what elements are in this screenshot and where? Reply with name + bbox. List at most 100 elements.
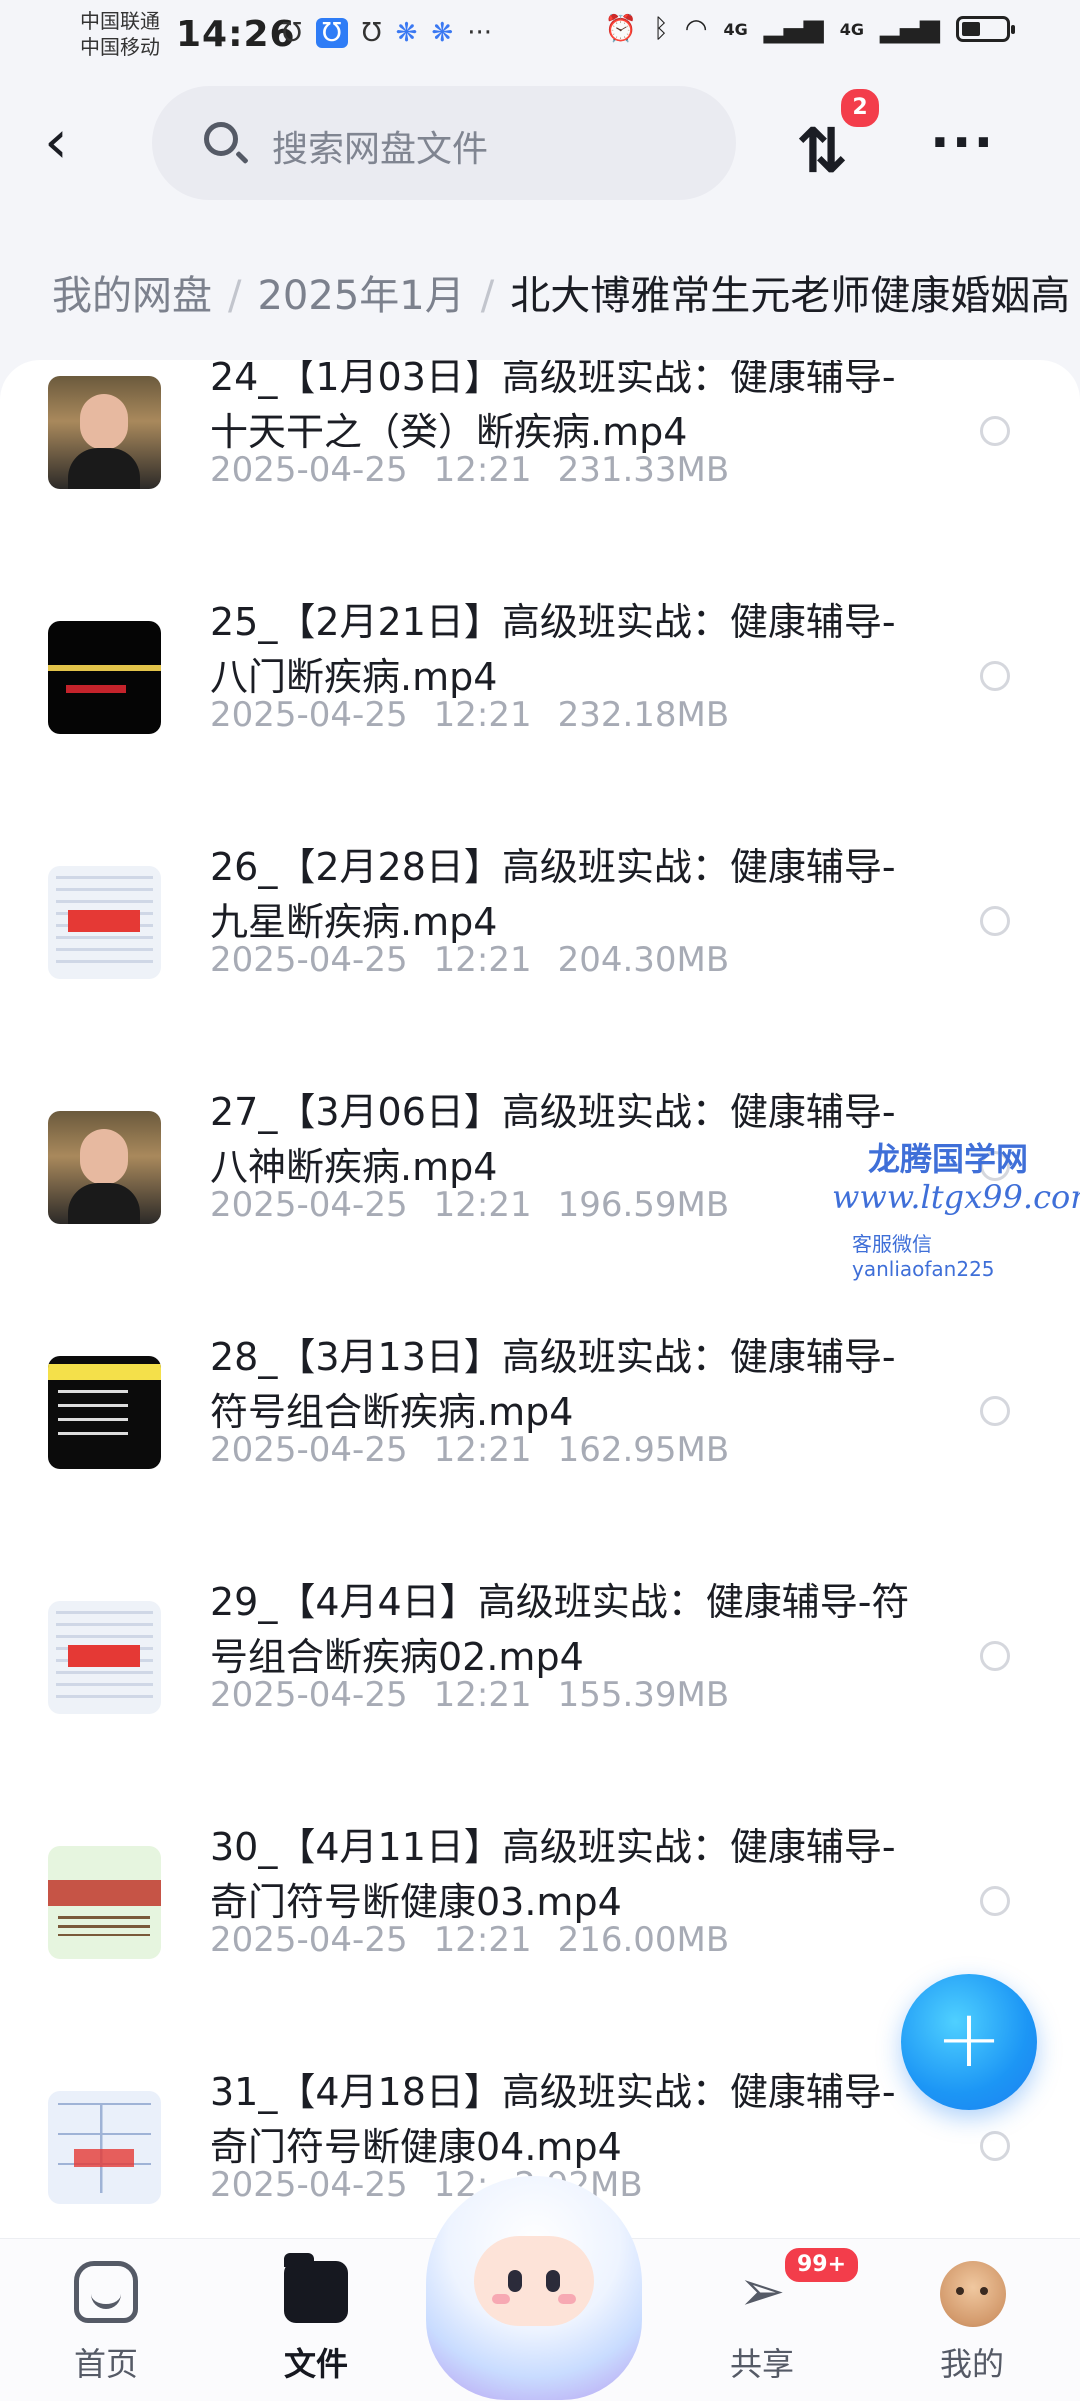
file-meta: 2025-04-25 12:21 232.18MB [210,695,729,735]
video-thumbnail [48,1846,161,1959]
file-size: 232.18MB [557,695,730,735]
file-meta: 2025-04-25 12:21 196.59MB [210,1185,729,1225]
carrier-top: 中国联通 [80,9,160,33]
file-size: 231.33MB [557,450,730,490]
notification-icons: Ʊ Ʊ Ʊ ❋ ❋ ··· [282,18,492,48]
file-time: 12:21 [433,940,532,980]
file-time: 12:21 [433,1185,532,1225]
nav-mine-label: 我的 [939,2345,1004,2383]
breadcrumb-folder[interactable]: 2025年1月 [257,273,464,319]
video-thumbnail [48,1601,161,1714]
system-icons: ⏰ ᛒ ◠ 4G ▂▄▆ 4G ▂▄▆ [604,14,1015,44]
nav-share-label: 共享 [729,2345,794,2383]
more-menu-icon[interactable]: ··· [930,117,1000,178]
file-date: 2025-04-25 [210,450,408,490]
select-checkbox[interactable] [980,416,1010,446]
transfer-badge: 2 [838,86,882,130]
watermark-url: www.ltgx99.com [832,1178,1080,1216]
nav-share[interactable]: ➢ 99+ 共享 [682,2239,862,2401]
video-thumbnail [48,1356,161,1469]
assistant-mascot-icon[interactable] [426,2176,642,2400]
file-time: 12:21 [433,1430,532,1470]
file-title: 24_【1月03日】高级班实战：健康辅导-十天干之（癸）断疾病.mp4 [210,360,896,454]
add-button[interactable]: + [901,1974,1037,2110]
file-size: 216.00MB [557,1920,730,1960]
file-meta: 2025-04-25 12:21 162.95MB [210,1430,729,1470]
file-row[interactable]: 29_【4月4日】高级班实战：健康辅导-符号组合断疾病02.mp4 2025-0… [0,1475,1080,1720]
breadcrumb-separator: / [480,273,495,319]
top-bar: ‹ 搜索网盘文件 ⇅ 2 ··· [0,72,1080,220]
back-arrow-icon[interactable]: ‹ [44,112,88,172]
search-icon [204,122,238,156]
file-time: 12:21 [433,450,532,490]
file-row[interactable]: 26_【2月28日】高级班实战：健康辅导-九星断疾病.mp4 2025-04-2… [0,740,1080,985]
breadcrumb: 我的网盘 / 2025年1月 / 北大博雅常生元老师健康婚姻高 [52,266,1070,326]
network-type-2: 4G [839,19,864,39]
battery-icon [956,16,1015,42]
file-time: 12:21 [433,1675,532,1715]
search-bar[interactable]: 搜索网盘文件 [152,86,736,200]
file-title: 29_【4月4日】高级班实战：健康辅导-符号组合断疾病02.mp4 [210,1580,910,1679]
file-title: 30_【4月11日】高级班实战：健康辅导-奇门符号断健康03.mp4 [210,1825,896,1924]
carrier-bottom: 中国移动 [80,35,160,59]
file-row[interactable]: 25_【2月21日】高级班实战：健康辅导-八门断疾病.mp4 2025-04-2… [0,495,1080,740]
file-title: 27_【3月06日】高级班实战：健康辅导-八神断疾病.mp4 [210,1090,896,1189]
network-type-1: 4G [723,19,748,39]
file-size: 204.30MB [557,940,730,980]
file-title: 26_【2月28日】高级班实战：健康辅导-九星断疾病.mp4 [210,845,896,944]
video-thumbnail [48,866,161,979]
select-checkbox[interactable] [980,2131,1010,2161]
file-meta: 2025-04-25 12:21 204.30MB [210,940,729,980]
baidu-paw-icon: ❋ [431,18,454,48]
file-list: 24_【1月03日】高级班实战：健康辅导-十天干之（癸）断疾病.mp4 2025… [0,360,1080,2238]
file-date: 2025-04-25 [210,1675,408,1715]
carrier-info: 中国联通 中国移动 [80,8,160,60]
breadcrumb-root[interactable]: 我的网盘 [52,273,212,319]
file-date: 2025-04-25 [210,1185,408,1225]
alarm-icon: ⏰ [604,14,638,44]
file-title: 28_【3月13日】高级班实战：健康辅导-符号组合断疾病.mp4 [210,1335,896,1434]
file-row[interactable]: 24_【1月03日】高级班实战：健康辅导-十天干之（癸）断疾病.mp4 2025… [0,360,1080,495]
file-meta: 2025-04-25 12:21 231.33MB [210,450,729,490]
app-notification-icon: Ʊ [282,18,302,48]
file-time: 12:21 [433,695,532,735]
share-badge: 99+ [782,2245,862,2285]
file-date: 2025-04-25 [210,1430,408,1470]
select-checkbox[interactable] [980,906,1010,936]
nav-files[interactable]: 文件 [236,2239,396,2401]
status-bar: 中国联通 中国移动 14:26 Ʊ Ʊ Ʊ ❋ ❋ ··· ⏰ ᛒ ◠ 4G ▂… [0,0,1080,72]
nav-home-label: 首页 [73,2345,138,2383]
app-notification-icon: Ʊ [361,18,382,48]
file-date: 2025-04-25 [210,695,408,735]
bluetooth-icon: ᛒ [653,14,669,44]
file-meta: 2025-04-25 12:21 216.00MB [210,1920,729,1960]
status-time: 14:26 [176,14,296,55]
avatar [940,2261,1006,2327]
signal-icon: ▂▄▆ [763,14,824,44]
video-thumbnail [48,2091,161,2204]
watermark-contact: 客服微信 yanliaofan225 [852,1232,995,1281]
folder-icon [284,2253,348,2323]
breadcrumb-current: 北大博雅常生元老师健康婚姻高 [510,273,1071,319]
wifi-icon: ◠ [684,14,708,44]
breadcrumb-separator: / [228,273,242,319]
signal-icon: ▂▄▆ [880,14,940,44]
home-icon [74,2261,138,2323]
file-date: 2025-04-25 [210,940,408,980]
video-thumbnail [48,376,161,489]
file-meta: 2025-04-25 12:21 155.39MB [210,1675,729,1715]
file-size: 196.59MB [557,1185,730,1225]
file-size: 162.95MB [557,1430,730,1470]
select-checkbox[interactable] [980,1396,1010,1426]
search-placeholder: 搜索网盘文件 [272,129,489,170]
select-checkbox[interactable] [980,661,1010,691]
file-size: 155.39MB [557,1675,730,1715]
nav-home[interactable]: 首页 [26,2239,186,2401]
select-checkbox[interactable] [980,1886,1010,1916]
file-time: 12:21 [433,1920,532,1960]
select-checkbox[interactable] [980,1641,1010,1671]
app-notification-icon: Ʊ [315,18,348,48]
nav-mine[interactable]: 我的 [892,2239,1052,2401]
file-title: 25_【2月21日】高级班实战：健康辅导-八门断疾病.mp4 [210,600,896,699]
file-row[interactable]: 30_【4月11日】高级班实战：健康辅导-奇门符号断健康03.mp4 2025-… [0,1720,1080,1965]
